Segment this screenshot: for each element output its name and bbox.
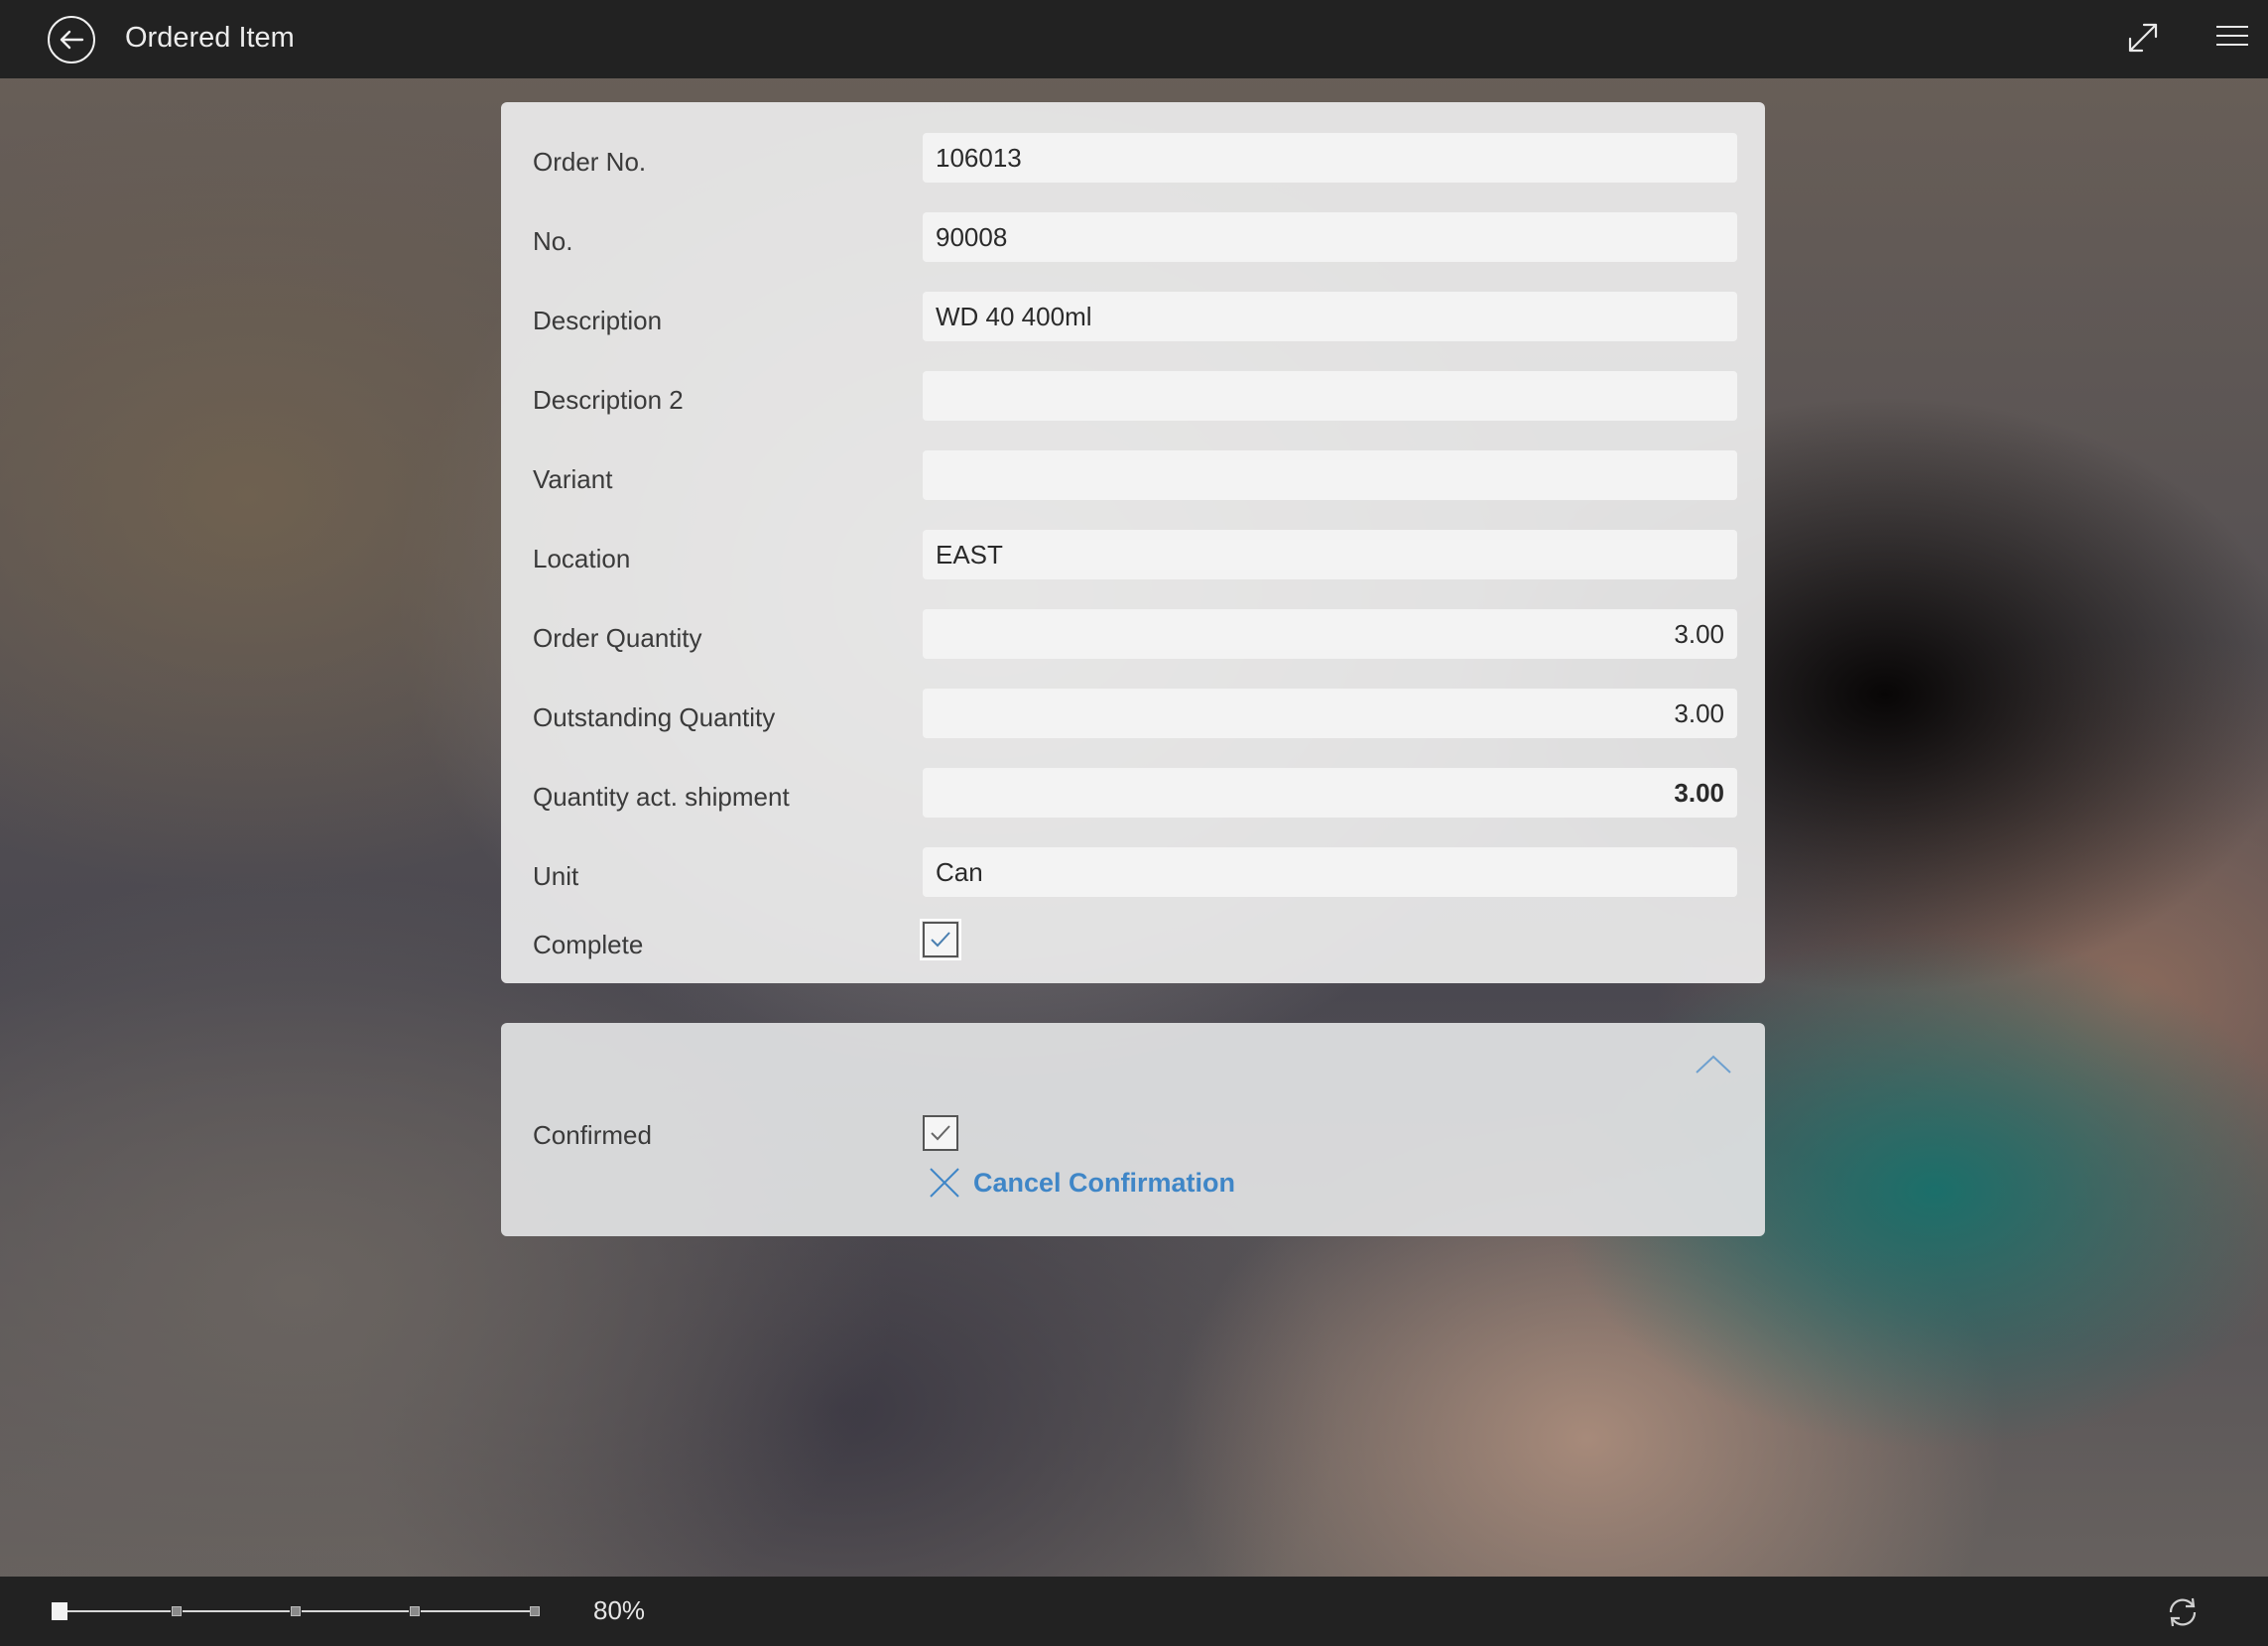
confirmation-panel: Confirmed Cancel Confirmation — [501, 1023, 1765, 1236]
variant-label: Variant — [533, 464, 613, 494]
location-label: Location — [533, 544, 631, 573]
ordered-item-form: Order No. 106013 No. 90008 Description W… — [501, 102, 1765, 983]
order-quantity-label: Order Quantity — [533, 623, 702, 653]
bottom-bar: 80% — [0, 1577, 2268, 1646]
description-label: Description — [533, 306, 663, 335]
hamburger-menu-icon — [2216, 26, 2248, 46]
back-button[interactable] — [48, 16, 95, 63]
top-bar: Ordered Item — [0, 0, 2268, 78]
confirmed-checkbox[interactable] — [923, 1115, 958, 1151]
zoom-step[interactable] — [530, 1606, 540, 1616]
zoom-track-segment — [183, 1610, 290, 1612]
description2-field[interactable] — [923, 371, 1737, 421]
page-title: Ordered Item — [125, 22, 295, 54]
zoom-step[interactable] — [291, 1606, 301, 1616]
location-field[interactable]: EAST — [923, 530, 1737, 579]
description2-label: Description 2 — [533, 385, 684, 415]
back-arrow-icon — [60, 30, 84, 50]
collapse-button[interactable] — [1694, 1053, 1733, 1076]
zoom-level-label: 80% — [593, 1595, 646, 1625]
chevron-up-icon — [1696, 1055, 1731, 1074]
zoom-slider[interactable] — [52, 1602, 548, 1620]
unit-field[interactable]: Can — [923, 847, 1737, 897]
zoom-track-segment — [67, 1610, 171, 1612]
zoom-track-segment — [421, 1610, 530, 1612]
expand-button[interactable] — [2125, 20, 2161, 56]
no-field[interactable]: 90008 — [923, 212, 1737, 262]
close-icon — [930, 1168, 959, 1198]
zoom-step[interactable] — [172, 1606, 182, 1616]
order-no-field[interactable]: 106013 — [923, 133, 1737, 183]
complete-label: Complete — [533, 930, 644, 959]
description-field[interactable]: WD 40 400ml — [923, 292, 1737, 341]
outstanding-quantity-field[interactable]: 3.00 — [923, 689, 1737, 738]
variant-field[interactable] — [923, 450, 1737, 500]
zoom-slider-thumb[interactable] — [52, 1602, 67, 1620]
order-no-label: Order No. — [533, 147, 647, 177]
outstanding-quantity-label: Outstanding Quantity — [533, 702, 776, 732]
sync-button[interactable] — [2163, 1592, 2203, 1632]
cancel-confirmation-button[interactable]: Cancel Confirmation — [928, 1164, 1235, 1202]
hamburger-menu-button[interactable] — [2216, 26, 2248, 52]
confirmed-label: Confirmed — [533, 1120, 652, 1150]
unit-label: Unit — [533, 861, 579, 891]
zoom-step[interactable] — [410, 1606, 420, 1616]
checkmark-icon — [931, 932, 950, 948]
no-label: No. — [533, 226, 573, 256]
checkmark-icon — [931, 1125, 950, 1141]
expand-icon — [2128, 23, 2158, 53]
complete-checkbox[interactable] — [920, 919, 961, 960]
zoom-track-segment — [302, 1610, 409, 1612]
qty-act-shipment-label: Quantity act. shipment — [533, 782, 790, 812]
qty-act-shipment-field[interactable]: 3.00 — [923, 768, 1737, 818]
cancel-confirmation-label: Cancel Confirmation — [973, 1167, 1236, 1198]
sync-icon — [2169, 1597, 2197, 1627]
order-quantity-field[interactable]: 3.00 — [923, 609, 1737, 659]
